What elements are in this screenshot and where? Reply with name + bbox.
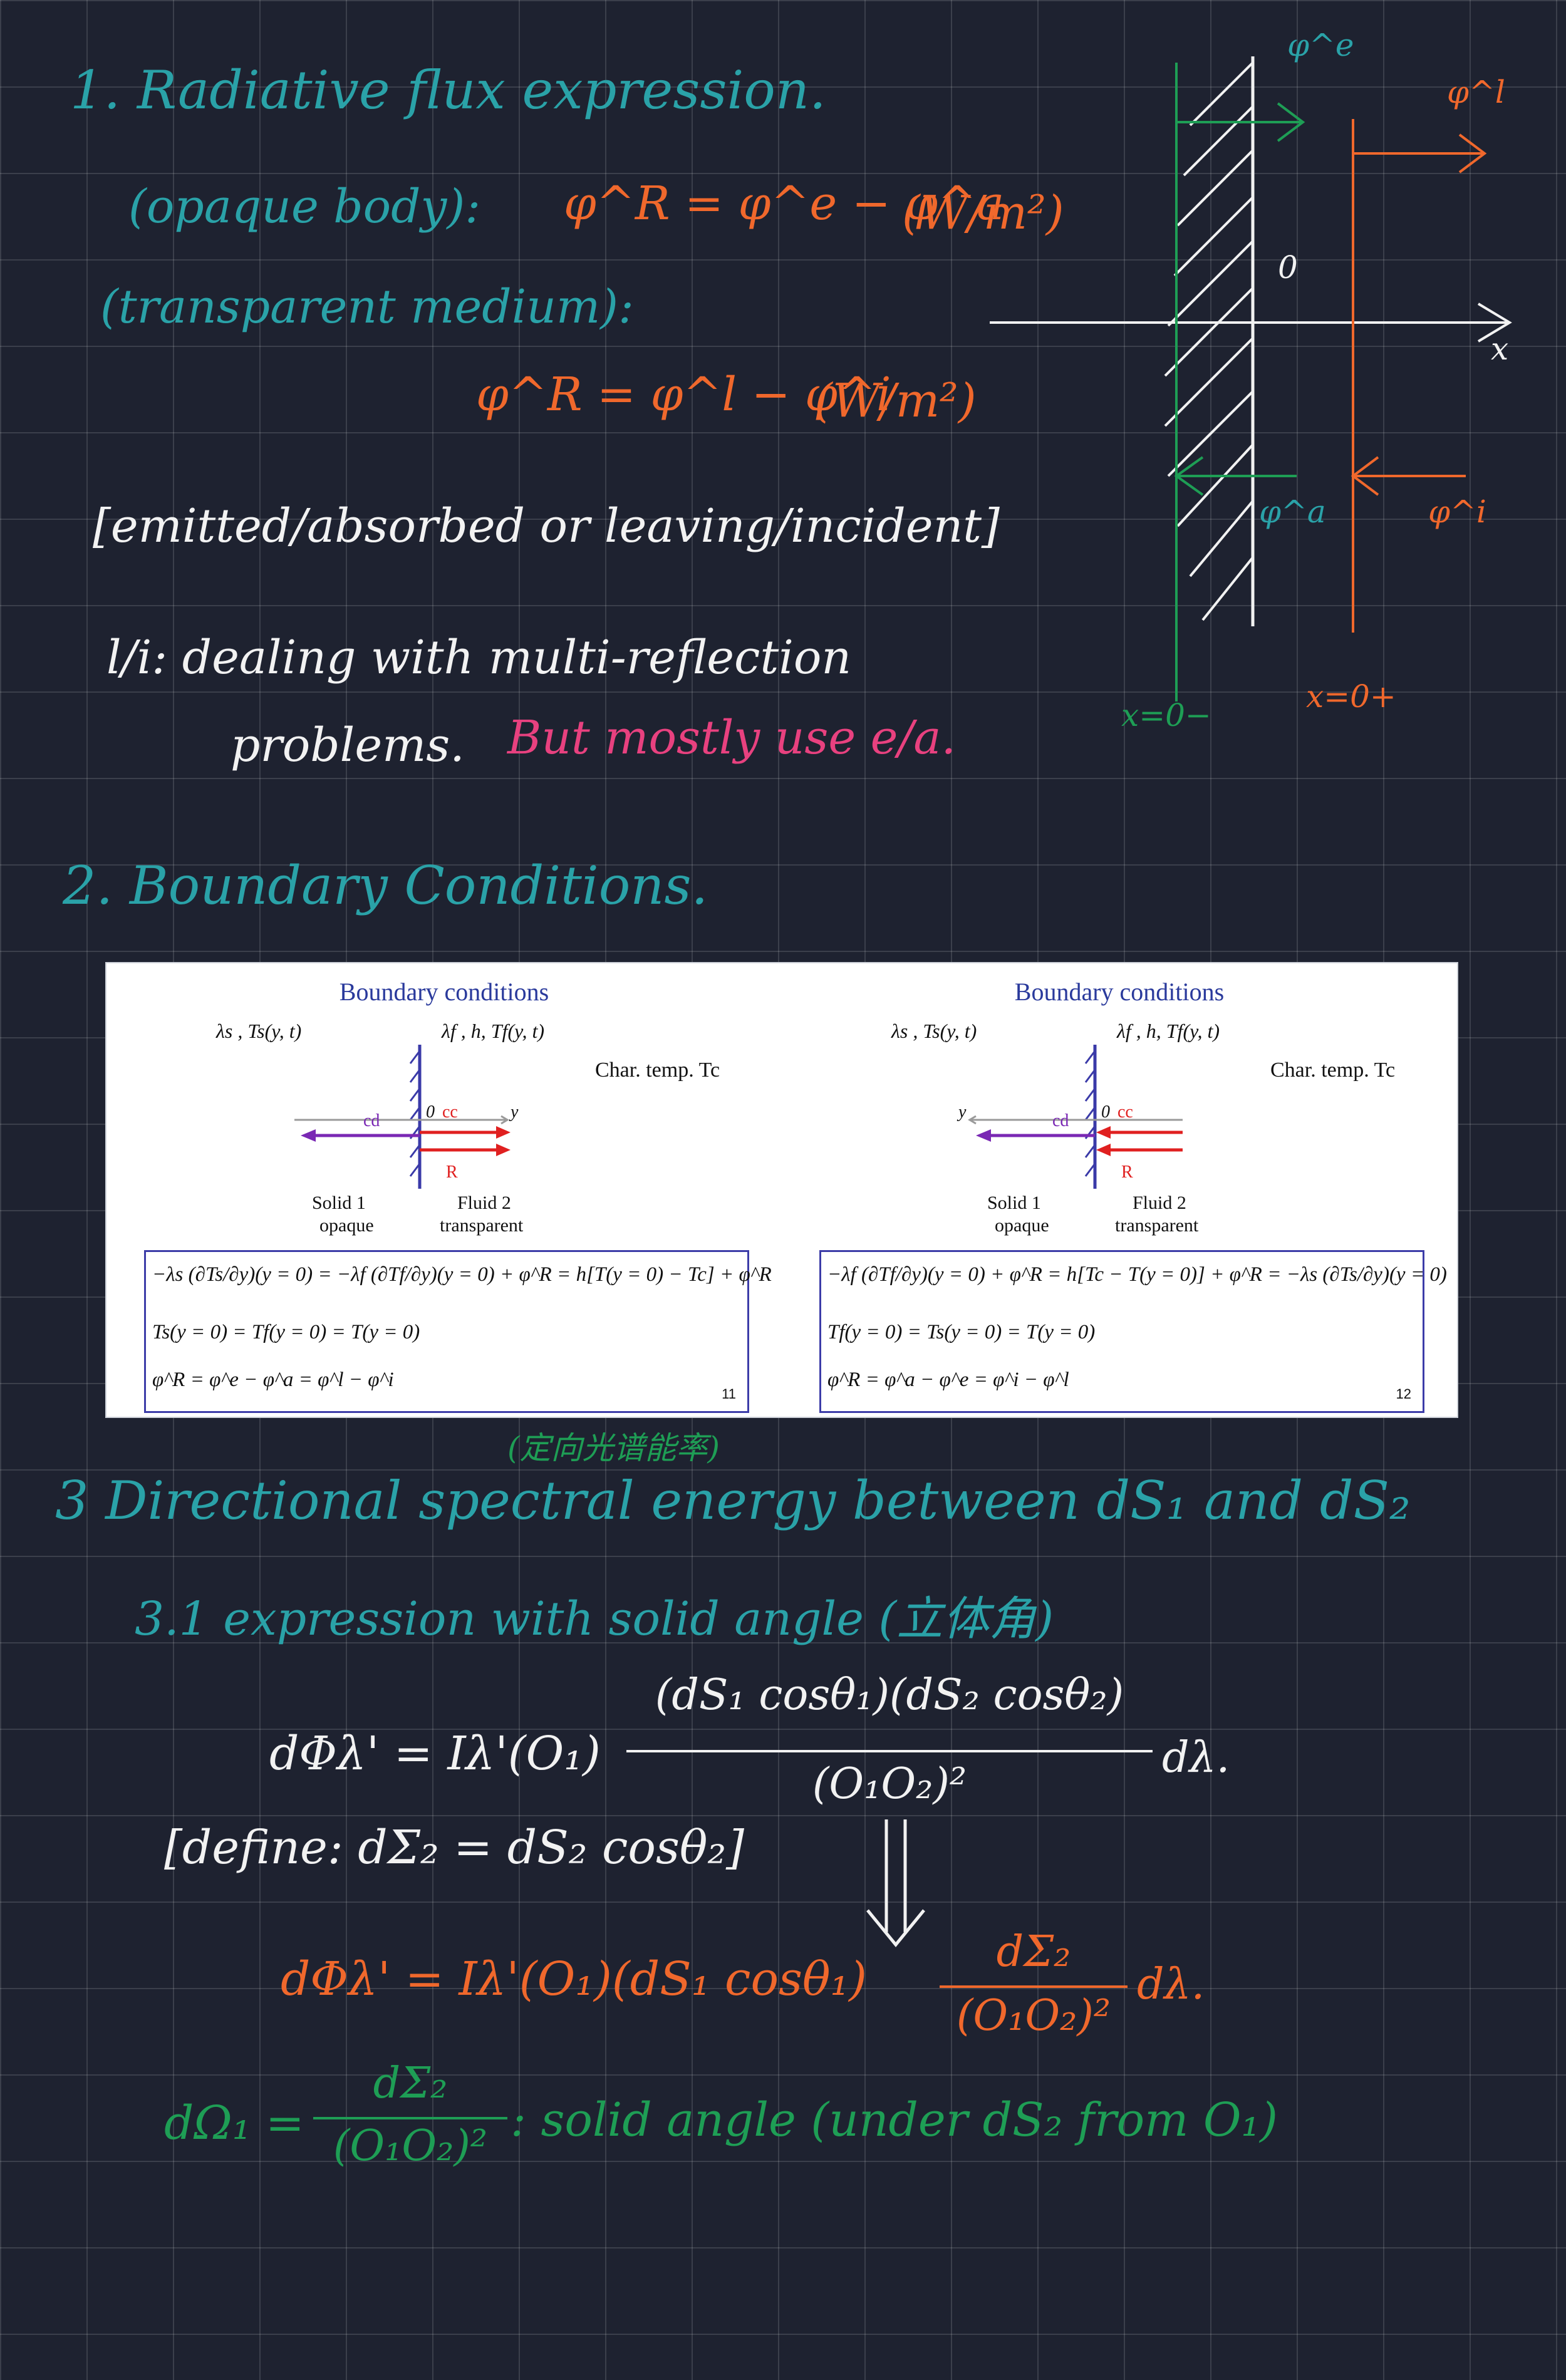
cc-label: cc bbox=[1117, 1102, 1133, 1122]
transparent-label: (transparent medium): bbox=[100, 280, 634, 334]
energy-eq-tail: dλ. bbox=[1162, 1733, 1230, 1782]
phi-a-label: φ^a bbox=[1259, 494, 1326, 530]
solid-label: Solid 1 bbox=[312, 1193, 366, 1213]
y-axis-label: y bbox=[958, 1102, 967, 1122]
define-line: [define: dΣ₂ = dS₂ cosθ₂] bbox=[164, 1821, 745, 1875]
cc-arrow-icon bbox=[496, 1126, 511, 1139]
energy-eq2-numerator: dΣ₂ bbox=[996, 1927, 1071, 1977]
cd-label: cd bbox=[1052, 1111, 1069, 1130]
bc-equation-radiative: φ^R = φ^e − φ^a = φ^l − φ^i bbox=[152, 1368, 394, 1391]
bc-equation-flux: −λs (∂Ts/∂y)(y = 0) = −λf (∂Tf/∂y)(y = 0… bbox=[152, 1263, 772, 1286]
bc-equation-temp: Tf(y = 0) = Ts(y = 0) = T(y = 0) bbox=[827, 1321, 1096, 1343]
char-temp-label: Char. temp. Tc bbox=[595, 1058, 720, 1082]
section3-heading: 3 Directional spectral energy between dS… bbox=[55, 1470, 1411, 1531]
energy-eq-fraction-bar bbox=[626, 1750, 1153, 1752]
energy-eq2-fraction-bar bbox=[940, 1985, 1128, 1988]
flux-sketch bbox=[990, 56, 1512, 701]
solid-angle-description: : solid angle (under dS₂ from O₁) bbox=[511, 2093, 1278, 2147]
fluid-label: Fluid 2 bbox=[1133, 1193, 1186, 1213]
origin-zero: 0 bbox=[1101, 1102, 1110, 1122]
bc-equation-flux: −λf (∂Tf/∂y)(y = 0) + φ^R = h[Tc − T(y =… bbox=[827, 1263, 1447, 1286]
solid-angle-fraction-bar bbox=[313, 2117, 507, 2119]
phi-l-label: φ^l bbox=[1447, 74, 1505, 110]
but-note: But mostly use e/a. bbox=[507, 711, 957, 765]
equation-box: −λf (∂Tf/∂y)(y = 0) + φ^R = h[Tc − T(y =… bbox=[819, 1250, 1447, 1413]
cd-arrow-icon bbox=[976, 1129, 991, 1142]
bracket-note: [emitted/absorbed or leaving/incident] bbox=[93, 499, 1000, 553]
slide-title: Boundary conditions bbox=[339, 978, 549, 1006]
x-axis-label: x bbox=[1491, 331, 1509, 367]
phi-e-label: φ^e bbox=[1287, 27, 1354, 63]
cd-label: cd bbox=[363, 1111, 380, 1130]
origin-zero: 0 bbox=[426, 1102, 435, 1122]
char-temp-label: Char. temp. Tc bbox=[1270, 1058, 1396, 1082]
r-label: R bbox=[1121, 1162, 1133, 1182]
r-arrow-icon bbox=[496, 1144, 511, 1156]
y-axis-label: y bbox=[511, 1102, 519, 1122]
slide-page-number: 12 bbox=[1396, 1386, 1411, 1402]
slide-title: Boundary conditions bbox=[1014, 978, 1225, 1006]
solid-angle-numerator: dΣ₂ bbox=[373, 2059, 448, 2108]
equation-box: −λs (∂Ts/∂y)(y = 0) = −λf (∂Tf/∂y)(y = 0… bbox=[144, 1250, 772, 1413]
r-arrow-icon bbox=[1096, 1144, 1111, 1156]
energy-eq2-tail: dλ. bbox=[1137, 1960, 1205, 2009]
energy-eq2-denominator: (O₁O₂)² bbox=[956, 1991, 1111, 2041]
section3-1-heading: 3.1 expression with solid angle (立体角) bbox=[135, 1592, 1054, 1646]
opaque-label: opaque bbox=[995, 1215, 1049, 1236]
slide-page-number: 11 bbox=[722, 1386, 736, 1402]
energy-eq2-lhs: dΦλ' = Iλ'(O₁)(dS₁ cosθ₁) bbox=[281, 1952, 868, 2006]
fluid-label: Fluid 2 bbox=[457, 1193, 511, 1213]
problems-text: problems. bbox=[231, 718, 465, 772]
energy-eq-numerator: (dS₁ cosθ₁)(dS₂ cosθ₂) bbox=[655, 1670, 1124, 1720]
cc-label: cc bbox=[442, 1102, 458, 1122]
energy-eq-lhs: dΦλ' = Iλ'(O₁) bbox=[269, 1727, 601, 1781]
opaque-label: (opaque body): bbox=[128, 180, 481, 234]
bc-equation-temp: Ts(y = 0) = Tf(y = 0) = T(y = 0) bbox=[152, 1321, 420, 1343]
solid-angle-lhs: dΩ₁ = bbox=[164, 2096, 304, 2150]
section1-heading: 1. Radiative flux expression. bbox=[70, 59, 826, 121]
cc-arrow-icon bbox=[1096, 1126, 1111, 1139]
phi-i-label: φ^i bbox=[1428, 494, 1486, 530]
x0-minus-label: x=0− bbox=[1121, 697, 1211, 733]
bc-equation-radiative: φ^R = φ^a − φ^e = φ^i − φ^l bbox=[827, 1368, 1069, 1391]
li-line: l/i: dealing with multi-reflection bbox=[106, 631, 852, 685]
solid-label: Solid 1 bbox=[987, 1193, 1041, 1213]
opaque-label: opaque bbox=[319, 1215, 374, 1236]
r-label: R bbox=[446, 1162, 458, 1182]
solid-angle-denominator: (O₁O₂)² bbox=[333, 2121, 488, 2171]
energy-eq-denominator: (O₁O₂)² bbox=[812, 1759, 967, 1809]
x0-plus-label: x=0+ bbox=[1306, 678, 1396, 715]
cd-arrow-icon bbox=[301, 1129, 316, 1142]
unit-w-m2-2: (W/m²) bbox=[814, 374, 977, 428]
transparent-label: transparent bbox=[1115, 1215, 1199, 1236]
chinese-note: (定向光谱能率) bbox=[507, 1430, 720, 1466]
hatched-wall bbox=[1164, 56, 1255, 626]
boundary-conditions-slide-image: Boundary conditions λs , Ts(y, t) λf , h… bbox=[105, 962, 1458, 1418]
transparent-label: transparent bbox=[440, 1215, 524, 1236]
origin-label: 0 bbox=[1278, 249, 1298, 286]
slide-panel-left: Boundary conditions λs , Ts(y, t) λf , h… bbox=[106, 963, 782, 1417]
down-double-arrow-icon bbox=[866, 1819, 925, 1947]
section2-heading: 2. Boundary Conditions. bbox=[63, 855, 708, 916]
solid-properties: λs , Ts(y, t) bbox=[216, 1020, 302, 1042]
slide-panel-right: Boundary conditions λs , Ts(y, t) λf , h… bbox=[782, 963, 1457, 1417]
